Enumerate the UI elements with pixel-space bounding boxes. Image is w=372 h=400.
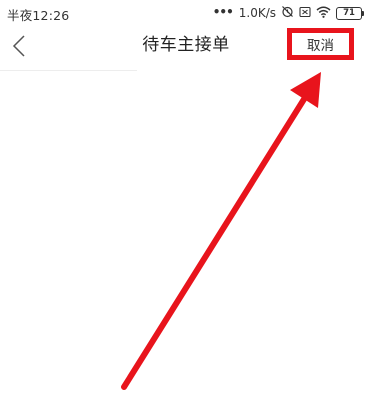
status-time: 半夜12:26 (7, 8, 70, 23)
nav-divider (0, 70, 137, 71)
wifi-icon (316, 6, 331, 21)
alarm-off-icon (281, 5, 294, 21)
sim-off-icon (299, 6, 311, 21)
nav-bar: 待车主接单 取消 (0, 26, 372, 70)
cancel-label: 取消 (307, 38, 334, 54)
battery-level: 71 (336, 6, 362, 20)
more-dots: ••• (212, 5, 234, 19)
status-bar: 半夜12:26 ••• 1.0K/s 71 (0, 0, 372, 26)
status-icons: ••• 1.0K/s 71 (213, 4, 364, 22)
cancel-button[interactable]: 取消 (287, 28, 354, 60)
network-speed: 1.0K/s (238, 6, 276, 20)
battery-icon: 71 (336, 6, 364, 20)
